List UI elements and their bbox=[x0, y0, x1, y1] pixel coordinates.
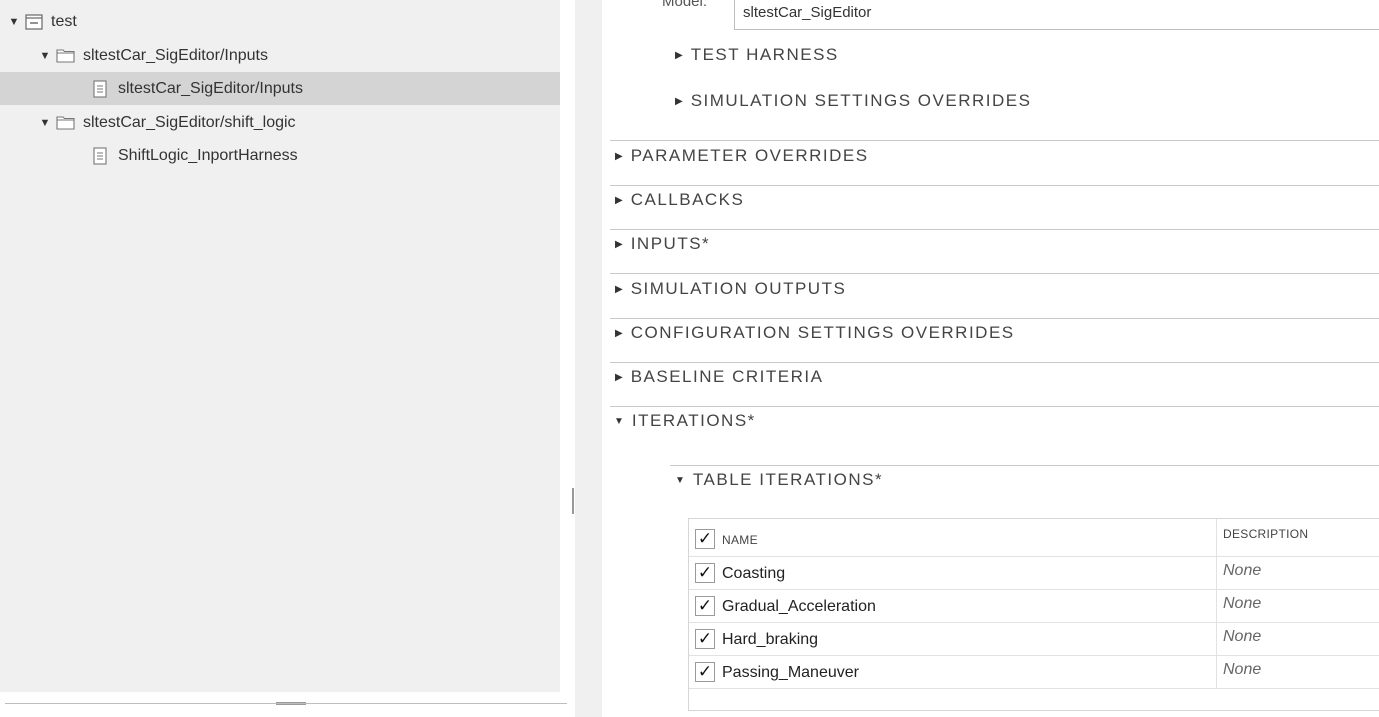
folder-icon bbox=[56, 115, 75, 130]
section-simulation-outputs[interactable]: ▶ SIMULATION OUTPUTS bbox=[615, 279, 846, 299]
table-row[interactable]: ✓ Hard_braking None bbox=[689, 623, 1379, 656]
section-title: CONFIGURATION SETTINGS OVERRIDES bbox=[630, 323, 1015, 342]
iteration-name[interactable]: Gradual_Acceleration bbox=[722, 598, 876, 616]
row-checkbox[interactable]: ✓ bbox=[695, 596, 715, 616]
row-checkbox[interactable]: ✓ bbox=[695, 563, 715, 583]
tree-item-test-case[interactable]: ShiftLogic_InportHarness bbox=[0, 139, 560, 172]
section-inputs[interactable]: ▶ INPUTS* bbox=[615, 234, 710, 254]
section-title: SIMULATION SETTINGS OVERRIDES bbox=[690, 91, 1032, 110]
iteration-description[interactable]: None bbox=[1223, 628, 1261, 646]
name-column-header[interactable]: NAME bbox=[722, 533, 758, 547]
expanded-caret-icon: ▼ bbox=[675, 474, 685, 486]
tree-item-label: sltestCar_SigEditor/Inputs bbox=[83, 46, 268, 64]
document-icon bbox=[93, 79, 107, 98]
tree-item-label: sltestCar_SigEditor/shift_logic bbox=[83, 113, 296, 131]
row-checkbox[interactable]: ✓ bbox=[695, 662, 715, 682]
collapsed-caret-icon: ▶ bbox=[615, 327, 623, 339]
section-title: BASELINE CRITERIA bbox=[630, 367, 824, 386]
table-row[interactable]: ✓ Passing_Maneuver None bbox=[689, 656, 1379, 689]
tree-item-test-case-selected[interactable]: sltestCar_SigEditor/Inputs bbox=[0, 72, 560, 105]
table-header-row: ✓ NAME DESCRIPTION bbox=[689, 519, 1379, 557]
description-column-header[interactable]: DESCRIPTION bbox=[1223, 527, 1308, 541]
splitter-grip-icon[interactable] bbox=[572, 488, 574, 514]
section-divider bbox=[610, 229, 1379, 230]
tree-item-label: ShiftLogic_InportHarness bbox=[118, 146, 298, 164]
section-test-harness[interactable]: ▶ TEST HARNESS bbox=[675, 45, 839, 65]
test-tree-panel: ▼ test ▼ sltestCar_SigEditor/Inputs slte… bbox=[0, 0, 560, 692]
row-checkbox[interactable]: ✓ bbox=[695, 629, 715, 649]
section-title: ITERATIONS* bbox=[631, 411, 756, 430]
iteration-description[interactable]: None bbox=[1223, 661, 1261, 679]
collapsed-caret-icon: ▶ bbox=[615, 371, 623, 383]
tree-item-test[interactable]: ▼ test bbox=[0, 5, 560, 38]
section-title: TABLE ITERATIONS* bbox=[692, 470, 884, 489]
section-divider bbox=[610, 406, 1379, 407]
tree-item-label: sltestCar_SigEditor/Inputs bbox=[118, 79, 303, 97]
section-title: CALLBACKS bbox=[630, 190, 745, 209]
model-label: Model: bbox=[662, 0, 708, 10]
iterations-table: ✓ NAME DESCRIPTION ✓ Coasting None ✓ Gra… bbox=[688, 518, 1379, 711]
section-configuration-settings-overrides[interactable]: ▶ CONFIGURATION SETTINGS OVERRIDES bbox=[615, 323, 1015, 343]
expanded-caret-icon: ▼ bbox=[614, 415, 624, 427]
section-title: INPUTS* bbox=[630, 234, 711, 253]
section-callbacks[interactable]: ▶ CALLBACKS bbox=[615, 190, 744, 210]
table-row[interactable]: ✓ Coasting None bbox=[689, 557, 1379, 590]
section-divider bbox=[610, 362, 1379, 363]
tree-item-label: test bbox=[51, 12, 77, 30]
section-baseline-criteria[interactable]: ▶ BASELINE CRITERIA bbox=[615, 367, 823, 387]
resize-handle[interactable] bbox=[276, 702, 306, 705]
section-divider bbox=[610, 318, 1379, 319]
collapsed-caret-icon: ▶ bbox=[615, 238, 623, 250]
table-row[interactable]: ✓ Gradual_Acceleration None bbox=[689, 590, 1379, 623]
document-icon bbox=[93, 146, 107, 165]
section-title: PARAMETER OVERRIDES bbox=[630, 146, 869, 165]
collapsed-caret-icon: ▶ bbox=[675, 49, 683, 61]
tree-item-test-suite[interactable]: ▼ sltestCar_SigEditor/Inputs bbox=[0, 39, 560, 72]
model-field[interactable]: sltestCar_SigEditor bbox=[734, 0, 1379, 30]
iteration-name[interactable]: Coasting bbox=[722, 565, 785, 583]
section-table-iterations[interactable]: ▼ TABLE ITERATIONS* bbox=[675, 470, 883, 490]
expand-caret-icon[interactable]: ▼ bbox=[7, 16, 21, 28]
collapsed-caret-icon: ▶ bbox=[675, 95, 683, 107]
section-divider bbox=[610, 185, 1379, 186]
test-case-detail-panel: Model: sltestCar_SigEditor ▶ TEST HARNES… bbox=[602, 0, 1379, 717]
iteration-name[interactable]: Passing_Maneuver bbox=[722, 664, 859, 682]
section-parameter-overrides[interactable]: ▶ PARAMETER OVERRIDES bbox=[615, 146, 869, 166]
collapsed-caret-icon: ▶ bbox=[615, 194, 623, 206]
collapsed-caret-icon: ▶ bbox=[615, 150, 623, 162]
tree-item-test-suite[interactable]: ▼ sltestCar_SigEditor/shift_logic bbox=[0, 106, 560, 139]
section-simulation-settings-overrides[interactable]: ▶ SIMULATION SETTINGS OVERRIDES bbox=[675, 91, 1031, 111]
iteration-description[interactable]: None bbox=[1223, 595, 1261, 613]
section-title: SIMULATION OUTPUTS bbox=[630, 279, 847, 298]
expand-caret-icon[interactable]: ▼ bbox=[38, 50, 52, 62]
section-iterations[interactable]: ▼ ITERATIONS* bbox=[614, 411, 756, 431]
iteration-name[interactable]: Hard_braking bbox=[722, 631, 818, 649]
section-title: TEST HARNESS bbox=[690, 45, 839, 64]
test-file-icon bbox=[25, 13, 43, 30]
section-divider bbox=[610, 140, 1379, 141]
vertical-splitter[interactable] bbox=[575, 0, 602, 717]
expand-caret-icon[interactable]: ▼ bbox=[38, 117, 52, 129]
collapsed-caret-icon: ▶ bbox=[615, 283, 623, 295]
subsection-divider bbox=[670, 465, 1379, 466]
folder-icon bbox=[56, 48, 75, 63]
select-all-checkbox[interactable]: ✓ bbox=[695, 529, 715, 549]
section-divider bbox=[610, 273, 1379, 274]
iteration-description[interactable]: None bbox=[1223, 562, 1261, 580]
